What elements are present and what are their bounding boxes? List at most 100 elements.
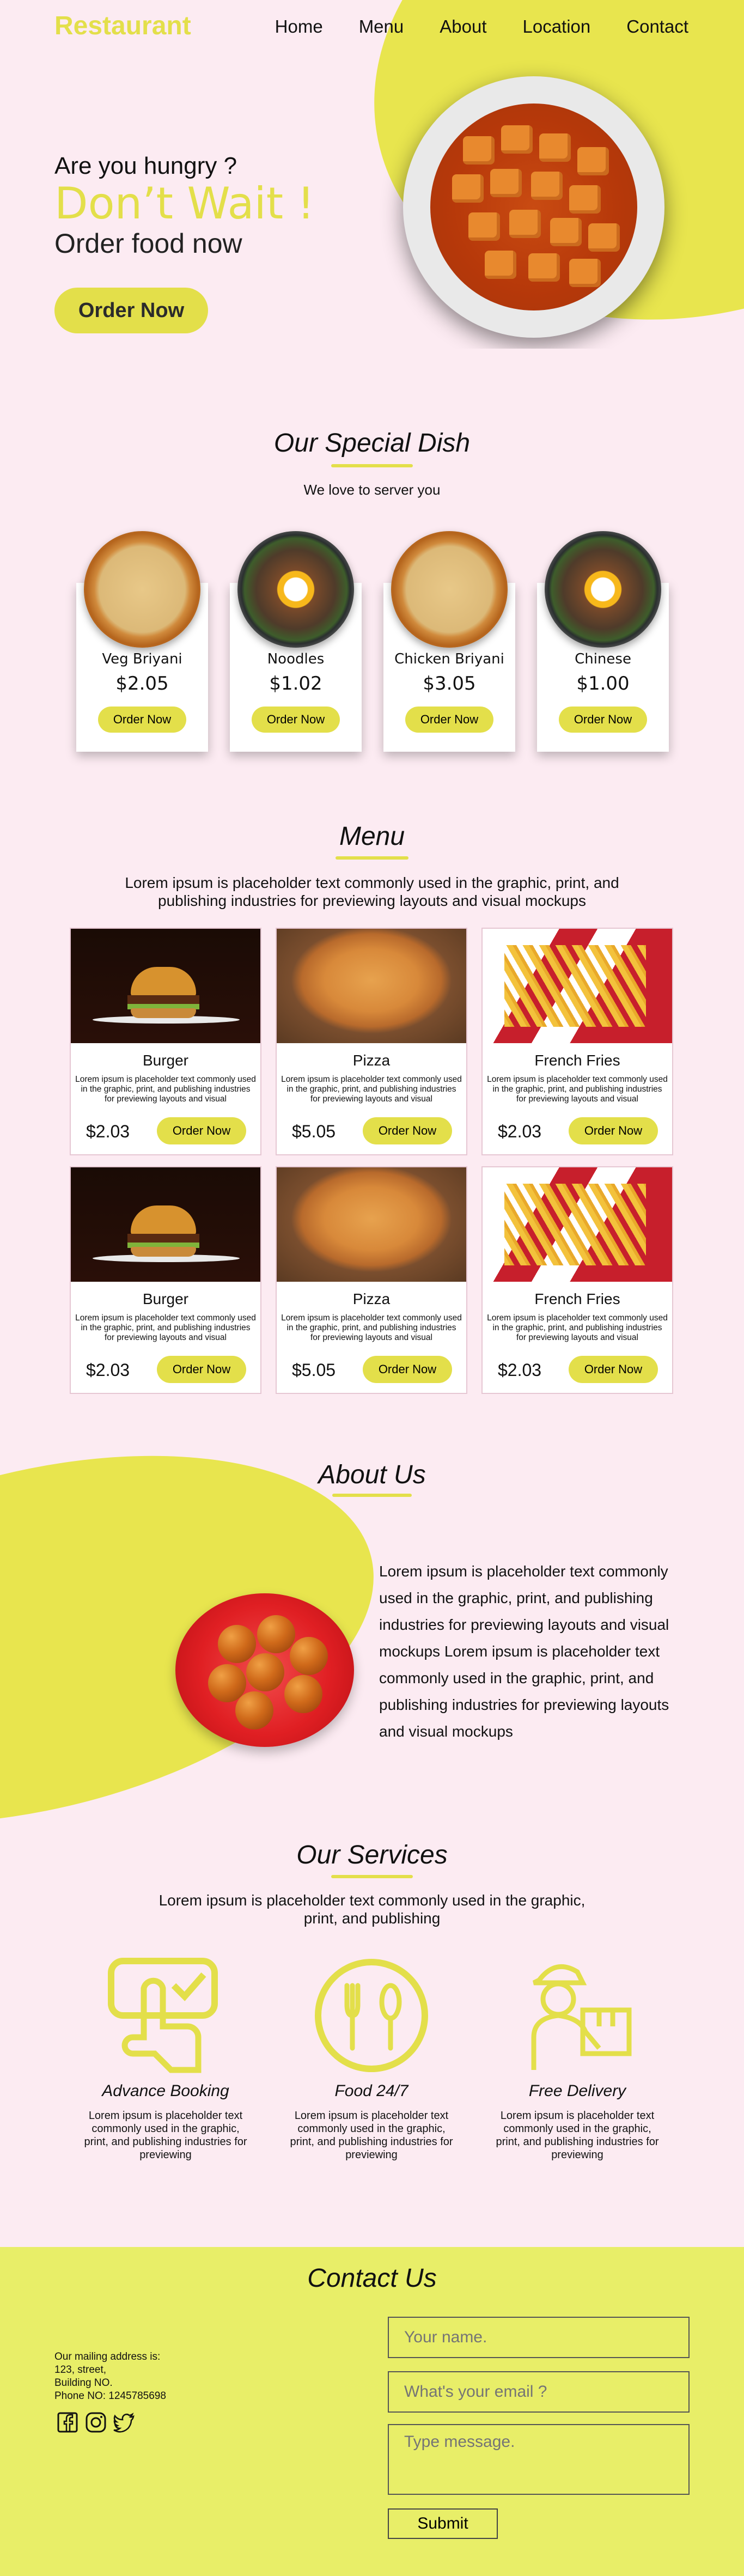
service-title: Free Delivery xyxy=(528,2082,626,2100)
address-line: Phone NO: 1245785698 xyxy=(54,2390,166,2402)
special-subtitle: We love to server you xyxy=(303,482,441,498)
mailing-address: Our mailing address is: 123, street, Bui… xyxy=(54,2350,166,2403)
address-line: 123, street, xyxy=(54,2364,107,2376)
menu-title: Menu xyxy=(339,822,405,851)
services-subtitle: Lorem ipsum is placeholder text commonly… xyxy=(158,1892,586,1927)
hero-order-button[interactable]: Order Now xyxy=(54,288,208,333)
menu-item-name: Pizza xyxy=(352,1290,391,1307)
address-line: Our mailing address is: xyxy=(54,2351,161,2362)
menu-item-price: $2.03 xyxy=(86,1122,130,1141)
delivery-icon xyxy=(531,1964,632,2070)
special-order-button[interactable]: Order Now xyxy=(252,707,340,733)
special-name: Veg Briyani xyxy=(102,651,182,667)
chicken-briyani-image xyxy=(391,531,508,648)
facebook-icon[interactable] xyxy=(57,2411,78,2433)
service-desc: Lorem ipsum is placeholder text commonly… xyxy=(84,2110,247,2161)
menu-item-price: $2.03 xyxy=(498,1360,542,1380)
special-title: Our Special Dish xyxy=(273,429,471,458)
burger-image xyxy=(71,1167,260,1282)
top-navbar: Restaurant Home Menu About Location Cont… xyxy=(0,0,744,52)
menu-order-button[interactable]: Order Now xyxy=(157,1117,246,1144)
nav-about[interactable]: About xyxy=(440,16,486,37)
service-title: Food 24/7 xyxy=(334,2082,408,2100)
about-underline xyxy=(332,1494,412,1497)
menu-item-name: French Fries xyxy=(534,1052,620,1069)
email-field[interactable] xyxy=(388,2371,690,2413)
contact-section: Contact Us Our mailing address is: 123, … xyxy=(0,2247,744,2576)
fries-image xyxy=(483,1167,672,1282)
submit-button[interactable]: Submit xyxy=(388,2508,498,2539)
name-field[interactable] xyxy=(388,2317,690,2358)
logo[interactable]: Restaurant xyxy=(54,11,191,41)
hero-headline: Don’t Wait ! xyxy=(54,178,315,229)
menu-item-desc: Lorem ipsum is placeholder text commonly… xyxy=(75,1075,256,1104)
veg-briyani-image xyxy=(84,531,200,648)
menu-card-pizza: Pizza Lorem ipsum is placeholder text co… xyxy=(276,1166,467,1394)
cutlery-icon xyxy=(315,1959,428,2072)
special-price: $1.00 xyxy=(576,673,630,695)
menu-item-desc: Lorem ipsum is placeholder text commonly… xyxy=(281,1313,462,1342)
special-underline xyxy=(331,464,413,467)
contact-title: Contact Us xyxy=(307,2264,437,2293)
nav-location[interactable]: Location xyxy=(523,16,591,37)
burger-image xyxy=(71,929,260,1043)
menu-item-desc: Lorem ipsum is placeholder text commonly… xyxy=(75,1313,256,1342)
services-underline xyxy=(331,1875,413,1878)
nav-home[interactable]: Home xyxy=(275,16,323,37)
menu-card-burger: Burger Lorem ipsum is placeholder text c… xyxy=(70,1166,261,1394)
menu-item-desc: Lorem ipsum is placeholder text commonly… xyxy=(487,1075,668,1104)
message-field[interactable] xyxy=(388,2424,690,2495)
menu-underline xyxy=(336,856,408,860)
nav-contact[interactable]: Contact xyxy=(626,16,688,37)
about-text: Lorem ipsum is placeholder text commonly… xyxy=(379,1563,669,1740)
menu-item-desc: Lorem ipsum is placeholder text commonly… xyxy=(281,1075,462,1104)
menu-item-name: Burger xyxy=(142,1290,189,1307)
about-dish-image xyxy=(175,1593,354,1747)
twitter-icon[interactable] xyxy=(113,2411,135,2433)
service-desc: Lorem ipsum is placeholder text commonly… xyxy=(496,2110,659,2161)
hero-question: Are you hungry ? xyxy=(54,153,237,179)
menu-card-burger: Burger Lorem ipsum is placeholder text c… xyxy=(70,928,261,1155)
menu-card-fries: French Fries Lorem ipsum is placeholder … xyxy=(481,1166,673,1394)
about-title: About Us xyxy=(318,1460,426,1489)
nav-menu[interactable]: Menu xyxy=(359,16,404,37)
menu-item-price: $5.05 xyxy=(292,1122,336,1141)
social-links xyxy=(57,2411,135,2433)
menu-order-button[interactable]: Order Now xyxy=(363,1356,452,1383)
menu-item-name: French Fries xyxy=(534,1290,620,1307)
menu-card-pizza: Pizza Lorem ipsum is placeholder text co… xyxy=(276,928,467,1155)
instagram-icon[interactable] xyxy=(85,2411,107,2433)
menu-subtitle: Lorem ipsum is placeholder text commonly… xyxy=(125,874,619,909)
pizza-image xyxy=(277,929,466,1043)
main-nav: Home Menu About Location Contact xyxy=(275,16,688,37)
menu-order-button[interactable]: Order Now xyxy=(363,1117,452,1144)
special-name: Chinese xyxy=(575,651,631,667)
special-name: Noodles xyxy=(267,651,325,667)
pizza-image xyxy=(277,1167,466,1282)
menu-order-button[interactable]: Order Now xyxy=(157,1356,246,1383)
service-desc: Lorem ipsum is placeholder text commonly… xyxy=(290,2110,453,2161)
menu-item-price: $2.03 xyxy=(86,1360,130,1380)
booking-icon xyxy=(108,1958,218,2073)
menu-item-price: $2.03 xyxy=(498,1122,542,1141)
special-order-button[interactable]: Order Now xyxy=(559,707,647,733)
special-name: Chicken Briyani xyxy=(394,651,504,667)
service-title: Advance Booking xyxy=(102,2082,229,2100)
noodles-image xyxy=(237,531,354,648)
special-price: $2.05 xyxy=(115,673,169,695)
menu-card-fries: French Fries Lorem ipsum is placeholder … xyxy=(481,928,673,1155)
hero-subline: Order food now xyxy=(54,228,242,259)
hero-text: Are you hungry ? Don’t Wait ! Order food… xyxy=(54,153,315,259)
menu-order-button[interactable]: Order Now xyxy=(569,1117,658,1144)
special-order-button[interactable]: Order Now xyxy=(405,707,493,733)
menu-item-price: $5.05 xyxy=(292,1360,336,1380)
address-line: Building NO. xyxy=(54,2377,113,2389)
menu-item-desc: Lorem ipsum is placeholder text commonly… xyxy=(487,1313,668,1342)
chinese-image xyxy=(545,531,661,648)
menu-item-name: Pizza xyxy=(352,1052,391,1069)
special-order-button[interactable]: Order Now xyxy=(98,707,186,733)
hero-section: Restaurant Home Menu About Location Cont… xyxy=(0,0,744,349)
fries-image xyxy=(483,929,672,1043)
menu-order-button[interactable]: Order Now xyxy=(569,1356,658,1383)
special-price: $3.05 xyxy=(423,673,476,695)
